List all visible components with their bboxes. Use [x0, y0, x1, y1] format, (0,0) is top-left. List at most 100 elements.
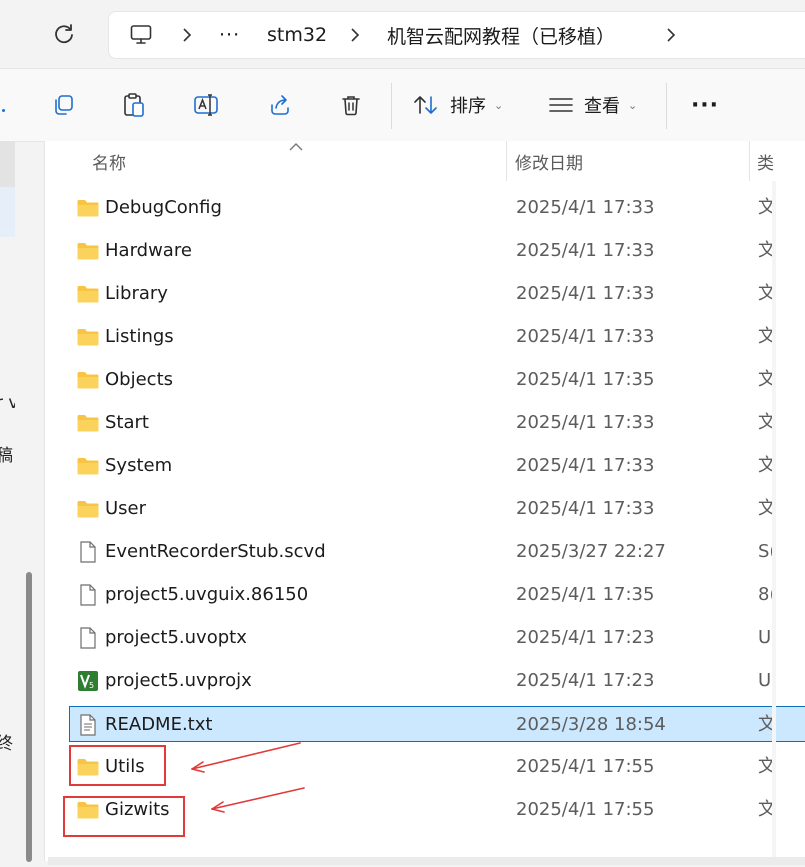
- computer-icon[interactable]: [129, 12, 153, 58]
- file-modified-date: 2025/4/1 17:35: [516, 369, 655, 390]
- sort-ascending-icon: [289, 141, 303, 155]
- file-row[interactable]: User 2025/4/1 17:33 文: [70, 491, 805, 527]
- view-button[interactable]: 查看 ⌄: [548, 83, 658, 127]
- file-name: Objects: [105, 369, 174, 390]
- breadcrumb-stm32[interactable]: stm32: [267, 12, 327, 58]
- file-row[interactable]: Start 2025/4/1 17:33 文: [70, 405, 805, 441]
- file-row[interactable]: System 2025/4/1 17:33 文: [70, 448, 805, 484]
- refresh-button[interactable]: [40, 12, 88, 56]
- folder-icon: [76, 282, 100, 306]
- chevron-right-icon[interactable]: [349, 12, 361, 58]
- file-row[interactable]: Hardware 2025/4/1 17:33 文: [70, 233, 805, 269]
- chevron-down-icon: ⌄: [494, 98, 504, 112]
- column-header-name[interactable]: 名称: [92, 141, 126, 181]
- file-name: Library: [105, 283, 168, 304]
- file-row[interactable]: Library 2025/4/1 17:33 文: [70, 276, 805, 312]
- file-modified-date: 2025/4/1 17:35: [516, 584, 655, 605]
- file-icon: [76, 626, 100, 650]
- column-header-date[interactable]: 修改日期: [515, 141, 583, 181]
- folder-icon: [76, 497, 100, 521]
- vertical-scrollbar[interactable]: [772, 181, 776, 861]
- file-row[interactable]: DebugConfig 2025/4/1 17:33 文: [70, 190, 805, 226]
- file-modified-date: 2025/4/1 17:33: [516, 455, 655, 476]
- file-modified-date: 2025/3/27 22:27: [516, 541, 666, 562]
- file-name: EventRecorderStub.scvd: [105, 541, 326, 562]
- horizontal-scrollbar[interactable]: [48, 857, 805, 865]
- file-modified-date: 2025/4/1 17:33: [516, 412, 655, 433]
- more-options-button[interactable]: ···: [682, 83, 728, 127]
- folder-icon: [76, 368, 100, 392]
- file-name: project5.uvprojx: [105, 670, 252, 691]
- annotation-box-gizwits: [63, 796, 185, 837]
- folder-icon: [76, 454, 100, 478]
- nav-item-hover[interactable]: [0, 141, 15, 187]
- toolbar-separator: [666, 83, 667, 129]
- folder-icon: [76, 411, 100, 435]
- delete-button[interactable]: [328, 83, 374, 127]
- file-row[interactable]: project5.uvoptx 2025/4/1 17:23 U: [70, 620, 805, 656]
- file-modified-date: 2025/4/1 17:33: [516, 283, 655, 304]
- nav-item-fragment[interactable]: 稿: [0, 441, 13, 466]
- folder-icon: [76, 196, 100, 220]
- svg-text:5: 5: [89, 681, 94, 690]
- navigation-pane: r v 稿 终: [0, 141, 15, 867]
- annotation-box-utils: [69, 745, 166, 786]
- breadcrumb-more[interactable]: ···: [219, 12, 240, 58]
- nav-item-fragment[interactable]: r v: [0, 393, 15, 413]
- file-name: README.txt: [105, 714, 213, 735]
- breadcrumb-current-folder[interactable]: 机智云配网教程（已移植）: [387, 12, 615, 58]
- file-row[interactable]: project5.uvguix.86150 2025/4/1 17:35 8(: [70, 577, 805, 613]
- file-row[interactable]: Listings 2025/4/1 17:33 文: [70, 319, 805, 355]
- rename-icon: [194, 94, 218, 116]
- column-divider[interactable]: [506, 141, 507, 181]
- file-row[interactable]: EventRecorderStub.scvd 2025/3/27 22:27 S(: [70, 534, 805, 570]
- file-modified-date: 2025/3/28 18:54: [516, 714, 666, 735]
- text-file-icon: [76, 713, 100, 737]
- folder-icon: [76, 239, 100, 263]
- refresh-icon: [55, 24, 73, 44]
- cut-button-partial[interactable]: [0, 83, 6, 127]
- nav-item-selected[interactable]: [0, 187, 15, 237]
- nav-item-fragment[interactable]: 终: [0, 729, 13, 754]
- share-button[interactable]: [257, 83, 303, 127]
- file-name: Hardware: [105, 240, 192, 261]
- keil-project-icon: 5: [76, 669, 100, 693]
- folder-icon: [76, 325, 100, 349]
- file-row[interactable]: 5 project5.uvprojx 2025/4/1 17:23 U: [70, 663, 805, 699]
- navigation-scrollbar[interactable]: [26, 572, 32, 862]
- file-modified-date: 2025/4/1 17:23: [516, 627, 655, 648]
- file-type: U: [758, 627, 772, 648]
- sort-label: 排序: [450, 96, 486, 117]
- file-name: DebugConfig: [105, 197, 222, 218]
- file-modified-date: 2025/4/1 17:33: [516, 197, 655, 218]
- file-row[interactable]: Objects 2025/4/1 17:35 文: [70, 362, 805, 398]
- copy-button[interactable]: [40, 83, 86, 127]
- address-box[interactable]: ··· stm32 机智云配网教程（已移植）: [108, 11, 805, 59]
- trash-icon: [342, 96, 360, 116]
- copy-icon: [55, 95, 73, 115]
- command-toolbar: 排序 ⌄ 查看 ⌄ ···: [0, 68, 805, 142]
- sort-button[interactable]: 排序 ⌄: [412, 83, 522, 127]
- chevron-right-icon[interactable]: [665, 12, 677, 58]
- file-modified-date: 2025/4/1 17:33: [516, 240, 655, 261]
- file-icon: [76, 540, 100, 564]
- paste-button[interactable]: [111, 83, 157, 127]
- column-divider[interactable]: [749, 141, 750, 181]
- cut-icon: [1, 108, 5, 112]
- file-icon: [76, 583, 100, 607]
- paste-icon: [124, 93, 144, 117]
- file-row[interactable]: README.txt 2025/3/28 18:54 文: [69, 706, 805, 742]
- rename-button[interactable]: [183, 83, 229, 127]
- file-modified-date: 2025/4/1 17:33: [516, 326, 655, 347]
- share-icon: [271, 95, 289, 115]
- file-modified-date: 2025/4/1 17:55: [516, 799, 655, 820]
- chevron-right-icon[interactable]: [181, 12, 193, 58]
- sort-icon: [414, 96, 437, 114]
- view-label: 查看: [584, 96, 620, 117]
- toolbar-separator: [391, 83, 392, 129]
- column-header-type[interactable]: 类: [757, 141, 774, 181]
- file-row[interactable]: Utils 2025/4/1 17:55 文: [70, 749, 805, 785]
- chevron-down-icon: ⌄: [628, 98, 638, 112]
- file-type: U: [758, 670, 772, 691]
- file-name: project5.uvguix.86150: [105, 584, 309, 605]
